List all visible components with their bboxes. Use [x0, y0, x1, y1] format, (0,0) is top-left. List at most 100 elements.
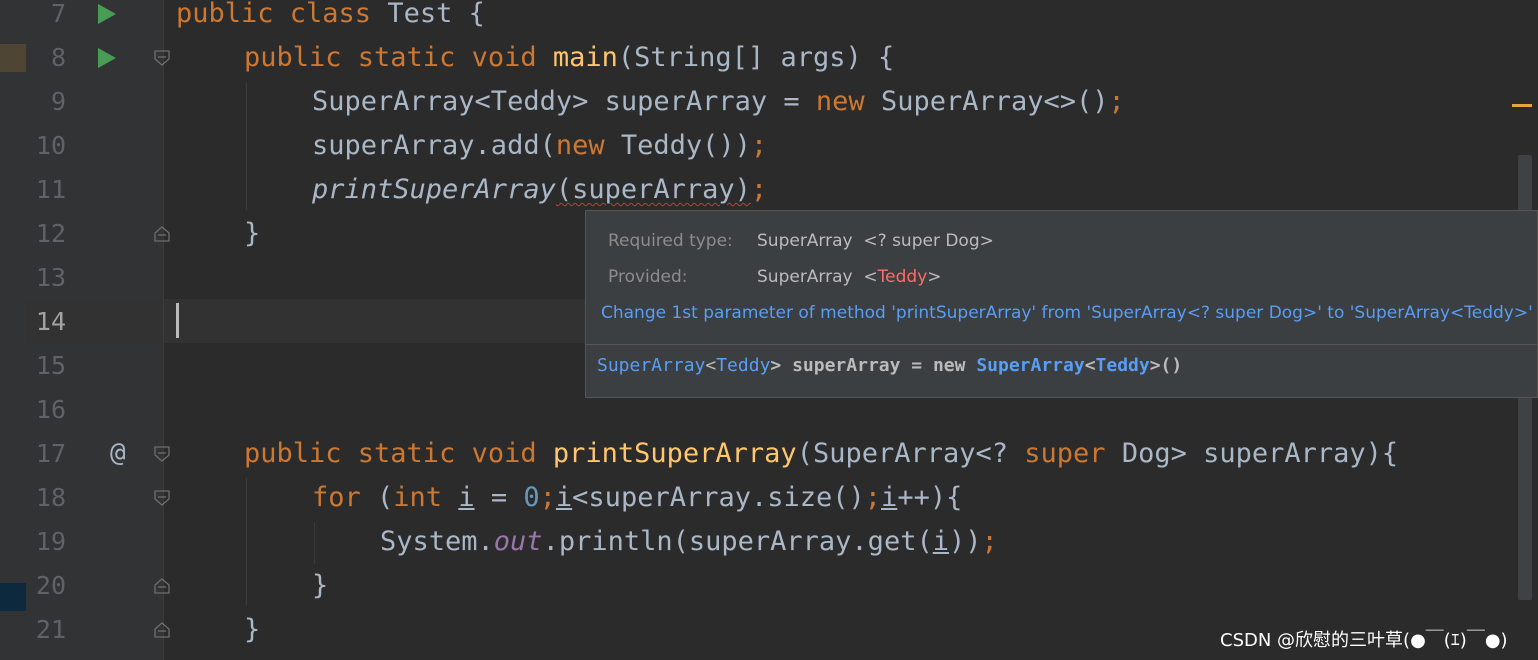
keyword: super — [1024, 438, 1122, 469]
code-line-19[interactable]: System.out.println(superArray.get(i)); — [176, 520, 998, 564]
strip-selection — [0, 583, 26, 611]
variable: i — [458, 482, 475, 513]
type-link[interactable]: SuperArray — [976, 355, 1084, 376]
left-tool-strip — [0, 0, 26, 660]
keyword: public static void — [244, 438, 553, 469]
method-name: printSuperArray — [552, 438, 797, 469]
semicolon: ; — [864, 482, 882, 513]
variable: i — [881, 482, 898, 513]
code-line-18[interactable]: for (int i = 0;i<superArray.size();i++){ — [176, 476, 962, 520]
text-caret — [176, 303, 179, 338]
fold-close-icon[interactable] — [153, 621, 171, 639]
keyword: new — [555, 130, 621, 161]
semicolon: ; — [750, 130, 768, 161]
quick-fix-link[interactable]: Change 1st parameter of method 'printSup… — [601, 303, 1533, 323]
code-text: = — [474, 482, 524, 513]
fold-open-icon[interactable] — [153, 49, 171, 67]
keyword: for — [312, 482, 378, 513]
code-line-10[interactable]: superArray.add(new Teddy()); — [176, 124, 767, 168]
params: Dog> superArray){ — [1121, 438, 1399, 469]
code-line-8[interactable]: public static void main(String[] args) { — [176, 36, 894, 80]
strip-highlight — [0, 44, 26, 72]
code-text: SuperArray<Teddy> superArray = — [312, 86, 816, 117]
semicolon: ; — [1108, 86, 1125, 117]
method-call: printSuperArray — [312, 174, 556, 205]
code-text: .println(superArray.get( — [542, 526, 933, 557]
type-link[interactable]: SuperArray — [597, 355, 705, 376]
line-number-current[interactable]: 14 — [30, 300, 66, 344]
required-type-label: Required type: — [608, 231, 733, 251]
line-number[interactable]: 15 — [30, 344, 66, 388]
code-text: Teddy()) — [620, 130, 751, 161]
line-number[interactable]: 11 — [30, 168, 66, 212]
provided-type-label: Provided: — [608, 267, 688, 287]
line-number[interactable]: 17 — [30, 432, 66, 476]
line-number[interactable]: 13 — [30, 256, 66, 300]
type-link[interactable]: Teddy — [716, 355, 770, 376]
code-text: } — [244, 614, 261, 645]
code-text: } — [312, 570, 329, 601]
code-text: )) — [948, 526, 982, 557]
keyword: public class — [176, 0, 388, 29]
semicolon: ; — [750, 174, 768, 205]
code-text: <superArray.size() — [572, 482, 865, 513]
run-main-icon[interactable] — [98, 48, 116, 68]
code-line-20[interactable]: } — [176, 564, 328, 608]
code-line-17[interactable]: public static void printSuperArray(Super… — [176, 432, 1398, 476]
code-line-9[interactable]: SuperArray<Teddy> superArray = new Super… — [176, 80, 1125, 124]
code-text: < — [1084, 355, 1096, 376]
line-number[interactable]: 18 — [30, 476, 66, 520]
params: (String[] args) { — [617, 42, 895, 73]
variable: i — [932, 526, 949, 557]
number: 0 — [523, 482, 540, 513]
keyword: public static void — [244, 42, 553, 73]
code-line-12[interactable]: } — [176, 212, 260, 256]
error-argument[interactable]: (superArray) — [556, 174, 751, 205]
line-number[interactable]: 10 — [30, 124, 66, 168]
line-number[interactable]: 12 — [30, 212, 66, 256]
provided-suffix: > — [927, 267, 942, 287]
fold-open-icon[interactable] — [153, 489, 171, 507]
fold-close-icon[interactable] — [153, 225, 171, 243]
class-decl: Test { — [387, 0, 485, 29]
code-text: superArray.add( — [312, 130, 556, 161]
run-class-icon[interactable] — [98, 4, 116, 24]
code-line-21[interactable]: } — [176, 608, 260, 652]
code-text: ++){ — [897, 482, 963, 513]
semicolon: ; — [981, 526, 998, 557]
keyword: new — [815, 86, 881, 117]
csdn-watermark: CSDN @欣慰的三叶草(●￣(ｴ)￣●) — [1220, 630, 1508, 651]
params: (SuperArray<? — [796, 438, 1025, 469]
declaration-preview[interactable]: SuperArray<Teddy> superArray = new Super… — [597, 355, 1182, 376]
provided-type-value: SuperArray <Teddy> — [757, 267, 942, 287]
error-tooltip: Required type: SuperArray <? super Dog> … — [585, 210, 1538, 398]
gutter-border — [163, 0, 164, 660]
required-type-value: SuperArray <? super Dog> — [757, 231, 994, 251]
line-number[interactable]: 9 — [30, 80, 66, 124]
type-link[interactable]: Teddy — [1096, 355, 1150, 376]
code-text: System. — [380, 526, 494, 557]
line-number[interactable]: 19 — [30, 520, 66, 564]
line-number[interactable]: 20 — [30, 564, 66, 608]
override-marker-icon[interactable]: @ — [110, 431, 126, 475]
code-text: > superArray = new — [770, 355, 977, 376]
provided-type-mismatch: Teddy — [877, 267, 928, 287]
provided-prefix: SuperArray < — [757, 267, 878, 287]
variable: i — [555, 482, 573, 513]
line-number[interactable]: 16 — [30, 388, 66, 432]
tooltip-divider — [586, 344, 1537, 345]
code-line-7[interactable]: public class Test { — [176, 0, 485, 36]
code-text: >() — [1149, 355, 1183, 376]
code-text: SuperArray<>() — [880, 86, 1109, 117]
keyword: int — [393, 482, 459, 513]
fold-open-icon[interactable] — [153, 445, 171, 463]
warning-stripe[interactable] — [1512, 104, 1532, 107]
static-field: out — [493, 526, 543, 557]
code-line-11[interactable]: printSuperArray(superArray); — [176, 168, 767, 212]
fold-close-icon[interactable] — [153, 577, 171, 595]
code-text: } — [244, 218, 261, 249]
line-number[interactable]: 21 — [30, 608, 66, 652]
code-text: < — [705, 355, 717, 376]
line-number[interactable]: 7 — [30, 0, 66, 36]
line-number[interactable]: 8 — [30, 36, 66, 80]
